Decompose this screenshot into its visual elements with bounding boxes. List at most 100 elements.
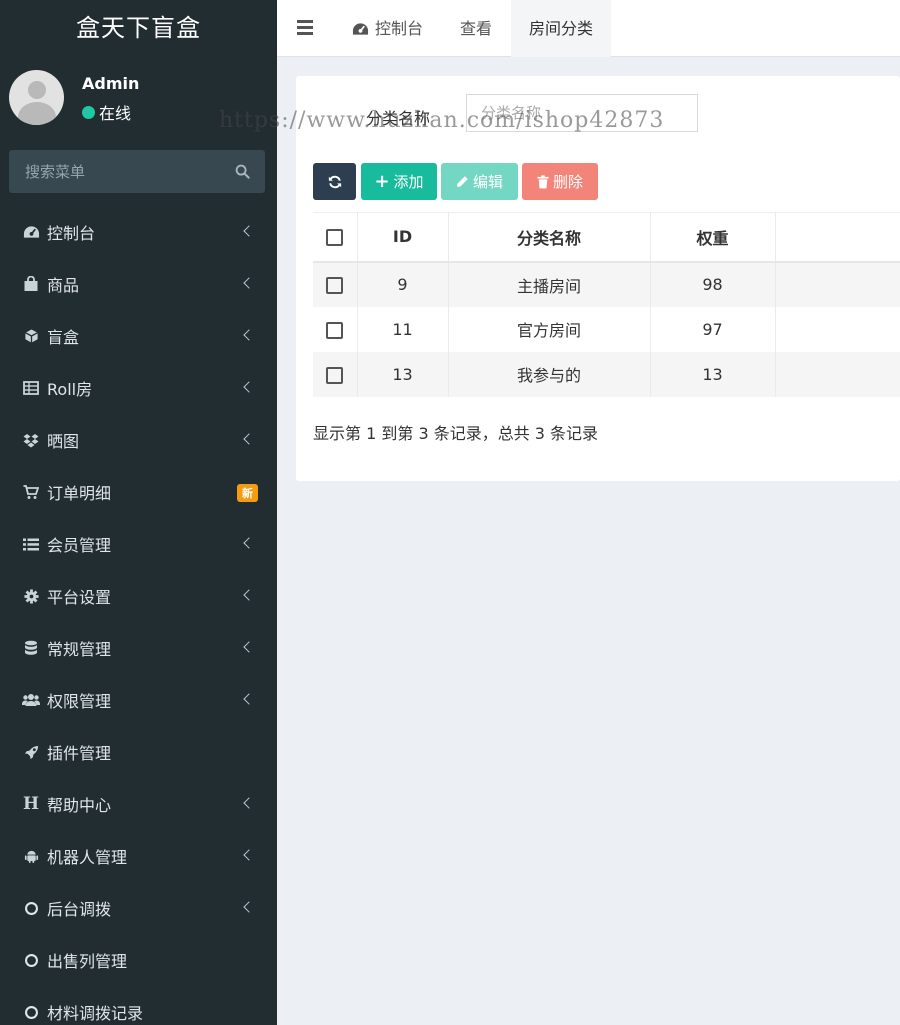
menu-toggle-icon[interactable] xyxy=(297,20,313,35)
tab-dashboard[interactable]: 控制台 xyxy=(352,0,423,57)
row-checkbox-cell xyxy=(313,306,358,352)
table-header-row: ID 分类名称 权重 xyxy=(313,212,900,263)
tab-room-category[interactable]: 房间分类 xyxy=(511,0,611,57)
search-input[interactable] xyxy=(9,150,219,193)
select-all-checkbox[interactable] xyxy=(326,229,344,247)
table-row[interactable]: 13 我参与的 13 xyxy=(313,351,900,397)
column-header-name[interactable]: 分类名称 xyxy=(448,212,651,263)
sidebar-item-label: 会员管理 xyxy=(47,536,112,555)
pagination-summary: 显示第 1 到第 3 条记录，总共 3 条记录 xyxy=(313,424,599,443)
delete-button[interactable]: 删除 xyxy=(522,163,598,200)
row-checkbox[interactable] xyxy=(326,277,344,294)
refresh-button[interactable] xyxy=(313,163,356,200)
circle-icon xyxy=(22,951,40,969)
chevron-left-icon xyxy=(243,849,255,861)
sidebar: 盒天下盲盒 Admin 在线 控制台 商品 盲盒 xyxy=(0,0,277,1025)
dropbox-icon xyxy=(22,431,40,449)
select-all-cell xyxy=(313,212,358,263)
sidebar-item-members[interactable]: 会员管理 xyxy=(0,518,277,570)
column-header-id[interactable]: ID xyxy=(357,212,449,263)
sidebar-item-label: 平台设置 xyxy=(47,588,112,607)
android-icon xyxy=(22,847,40,865)
row-checkbox[interactable] xyxy=(326,366,344,384)
cell-id: 11 xyxy=(357,306,449,352)
sidebar-item-help[interactable]: H 帮助中心 xyxy=(0,778,277,830)
tab-label: 控制台 xyxy=(375,19,424,38)
watermark: https://www.huzhan.com/ishop42873 xyxy=(219,108,665,133)
plus-icon: + xyxy=(374,170,390,192)
sidebar-item-material-transfer[interactable]: 材料调拨记录 xyxy=(0,986,277,1025)
chevron-left-icon xyxy=(243,797,255,809)
table-row[interactable]: 11 官方房间 97 xyxy=(313,306,900,352)
column-header-operate xyxy=(775,212,900,263)
sidebar-search xyxy=(9,150,265,193)
cell-operate xyxy=(775,261,900,307)
sidebar-item-label: 商品 xyxy=(47,276,80,295)
chevron-left-icon xyxy=(243,277,255,289)
sidebar-item-dashboard[interactable]: 控制台 xyxy=(0,206,277,258)
chevron-left-icon xyxy=(243,693,255,705)
sidebar-item-robots[interactable]: 机器人管理 xyxy=(0,830,277,882)
table-row[interactable]: 9 主播房间 98 xyxy=(313,261,900,307)
cell-weight: 98 xyxy=(650,261,776,307)
sidebar-item-label: 常规管理 xyxy=(47,640,112,659)
sidebar-item-label: Roll房 xyxy=(47,380,93,399)
cell-name: 官方房间 xyxy=(448,306,651,352)
cube-icon xyxy=(22,327,40,345)
user-status: 在线 xyxy=(82,100,131,124)
sidebar-item-label: 控制台 xyxy=(47,224,96,243)
content-panel: 分类名称 + 添加 编辑 删除 ID 分类名称 权重 9 主播房间 xyxy=(296,76,900,481)
sidebar-item-goods[interactable]: 商品 xyxy=(0,258,277,310)
sidebar-item-label: 后台调拨 xyxy=(47,900,112,919)
users-icon xyxy=(22,691,40,709)
refresh-icon xyxy=(328,175,341,188)
header-icon: H xyxy=(22,794,40,814)
list-icon xyxy=(22,535,40,553)
edit-button[interactable]: 编辑 xyxy=(441,163,518,200)
row-checkbox[interactable] xyxy=(326,321,344,339)
sidebar-item-backend-transfer[interactable]: 后台调拨 xyxy=(0,882,277,934)
search-icon[interactable] xyxy=(219,150,265,193)
sidebar-item-label: 帮助中心 xyxy=(47,796,112,815)
sidebar-item-label: 机器人管理 xyxy=(47,848,128,867)
online-dot-icon xyxy=(82,105,95,119)
sidebar-item-permissions[interactable]: 权限管理 xyxy=(0,674,277,726)
chevron-left-icon xyxy=(243,901,255,913)
tab-view[interactable]: 查看 xyxy=(460,0,492,57)
user-status-text: 在线 xyxy=(99,104,132,123)
chevron-left-icon xyxy=(243,537,255,549)
trash-icon xyxy=(537,174,549,188)
chevron-left-icon xyxy=(243,641,255,653)
circle-icon xyxy=(22,899,40,917)
sidebar-item-label: 订单明细 xyxy=(47,484,112,503)
top-navbar: 控制台 查看 房间分类 xyxy=(277,0,900,57)
new-badge: 新 xyxy=(237,484,258,502)
cell-id: 13 xyxy=(357,351,449,397)
add-button[interactable]: + 添加 xyxy=(361,163,437,200)
sidebar-item-label: 插件管理 xyxy=(47,744,112,763)
sidebar-item-plugins[interactable]: 插件管理 xyxy=(0,726,277,778)
cell-name: 主播房间 xyxy=(448,261,651,307)
column-header-weight[interactable]: 权重 xyxy=(650,212,776,263)
row-checkbox-cell xyxy=(313,351,358,397)
rocket-icon xyxy=(22,743,40,761)
sidebar-item-showcase[interactable]: 晒图 xyxy=(0,414,277,466)
sidebar-item-blindbox[interactable]: 盲盒 xyxy=(0,310,277,362)
cell-operate xyxy=(775,351,900,397)
sidebar-item-label: 盲盒 xyxy=(47,328,80,347)
app-logo[interactable]: 盒天下盲盒 xyxy=(0,0,277,57)
sidebar-item-general[interactable]: 常规管理 xyxy=(0,622,277,674)
sidebar-item-roll-room[interactable]: Roll房 xyxy=(0,362,277,414)
row-checkbox-cell xyxy=(313,261,358,307)
category-table: ID 分类名称 权重 9 主播房间 98 11 官方房间 97 13 我参与的 … xyxy=(313,212,900,397)
sidebar-menu: 控制台 商品 盲盒 Roll房 晒图 订单明细 新 会员管理 平台设置 常规管理… xyxy=(0,206,277,1025)
sidebar-item-orders[interactable]: 订单明细 新 xyxy=(0,466,277,518)
chevron-left-icon xyxy=(243,381,255,393)
sidebar-item-platform-settings[interactable]: 平台设置 xyxy=(0,570,277,622)
sidebar-item-sale-list[interactable]: 出售列管理 xyxy=(0,934,277,986)
table-icon xyxy=(22,379,40,397)
shopping-bag-icon xyxy=(22,275,40,293)
delete-button-label: 删除 xyxy=(552,173,583,191)
cell-name: 我参与的 xyxy=(448,351,651,397)
pencil-icon xyxy=(457,176,468,187)
